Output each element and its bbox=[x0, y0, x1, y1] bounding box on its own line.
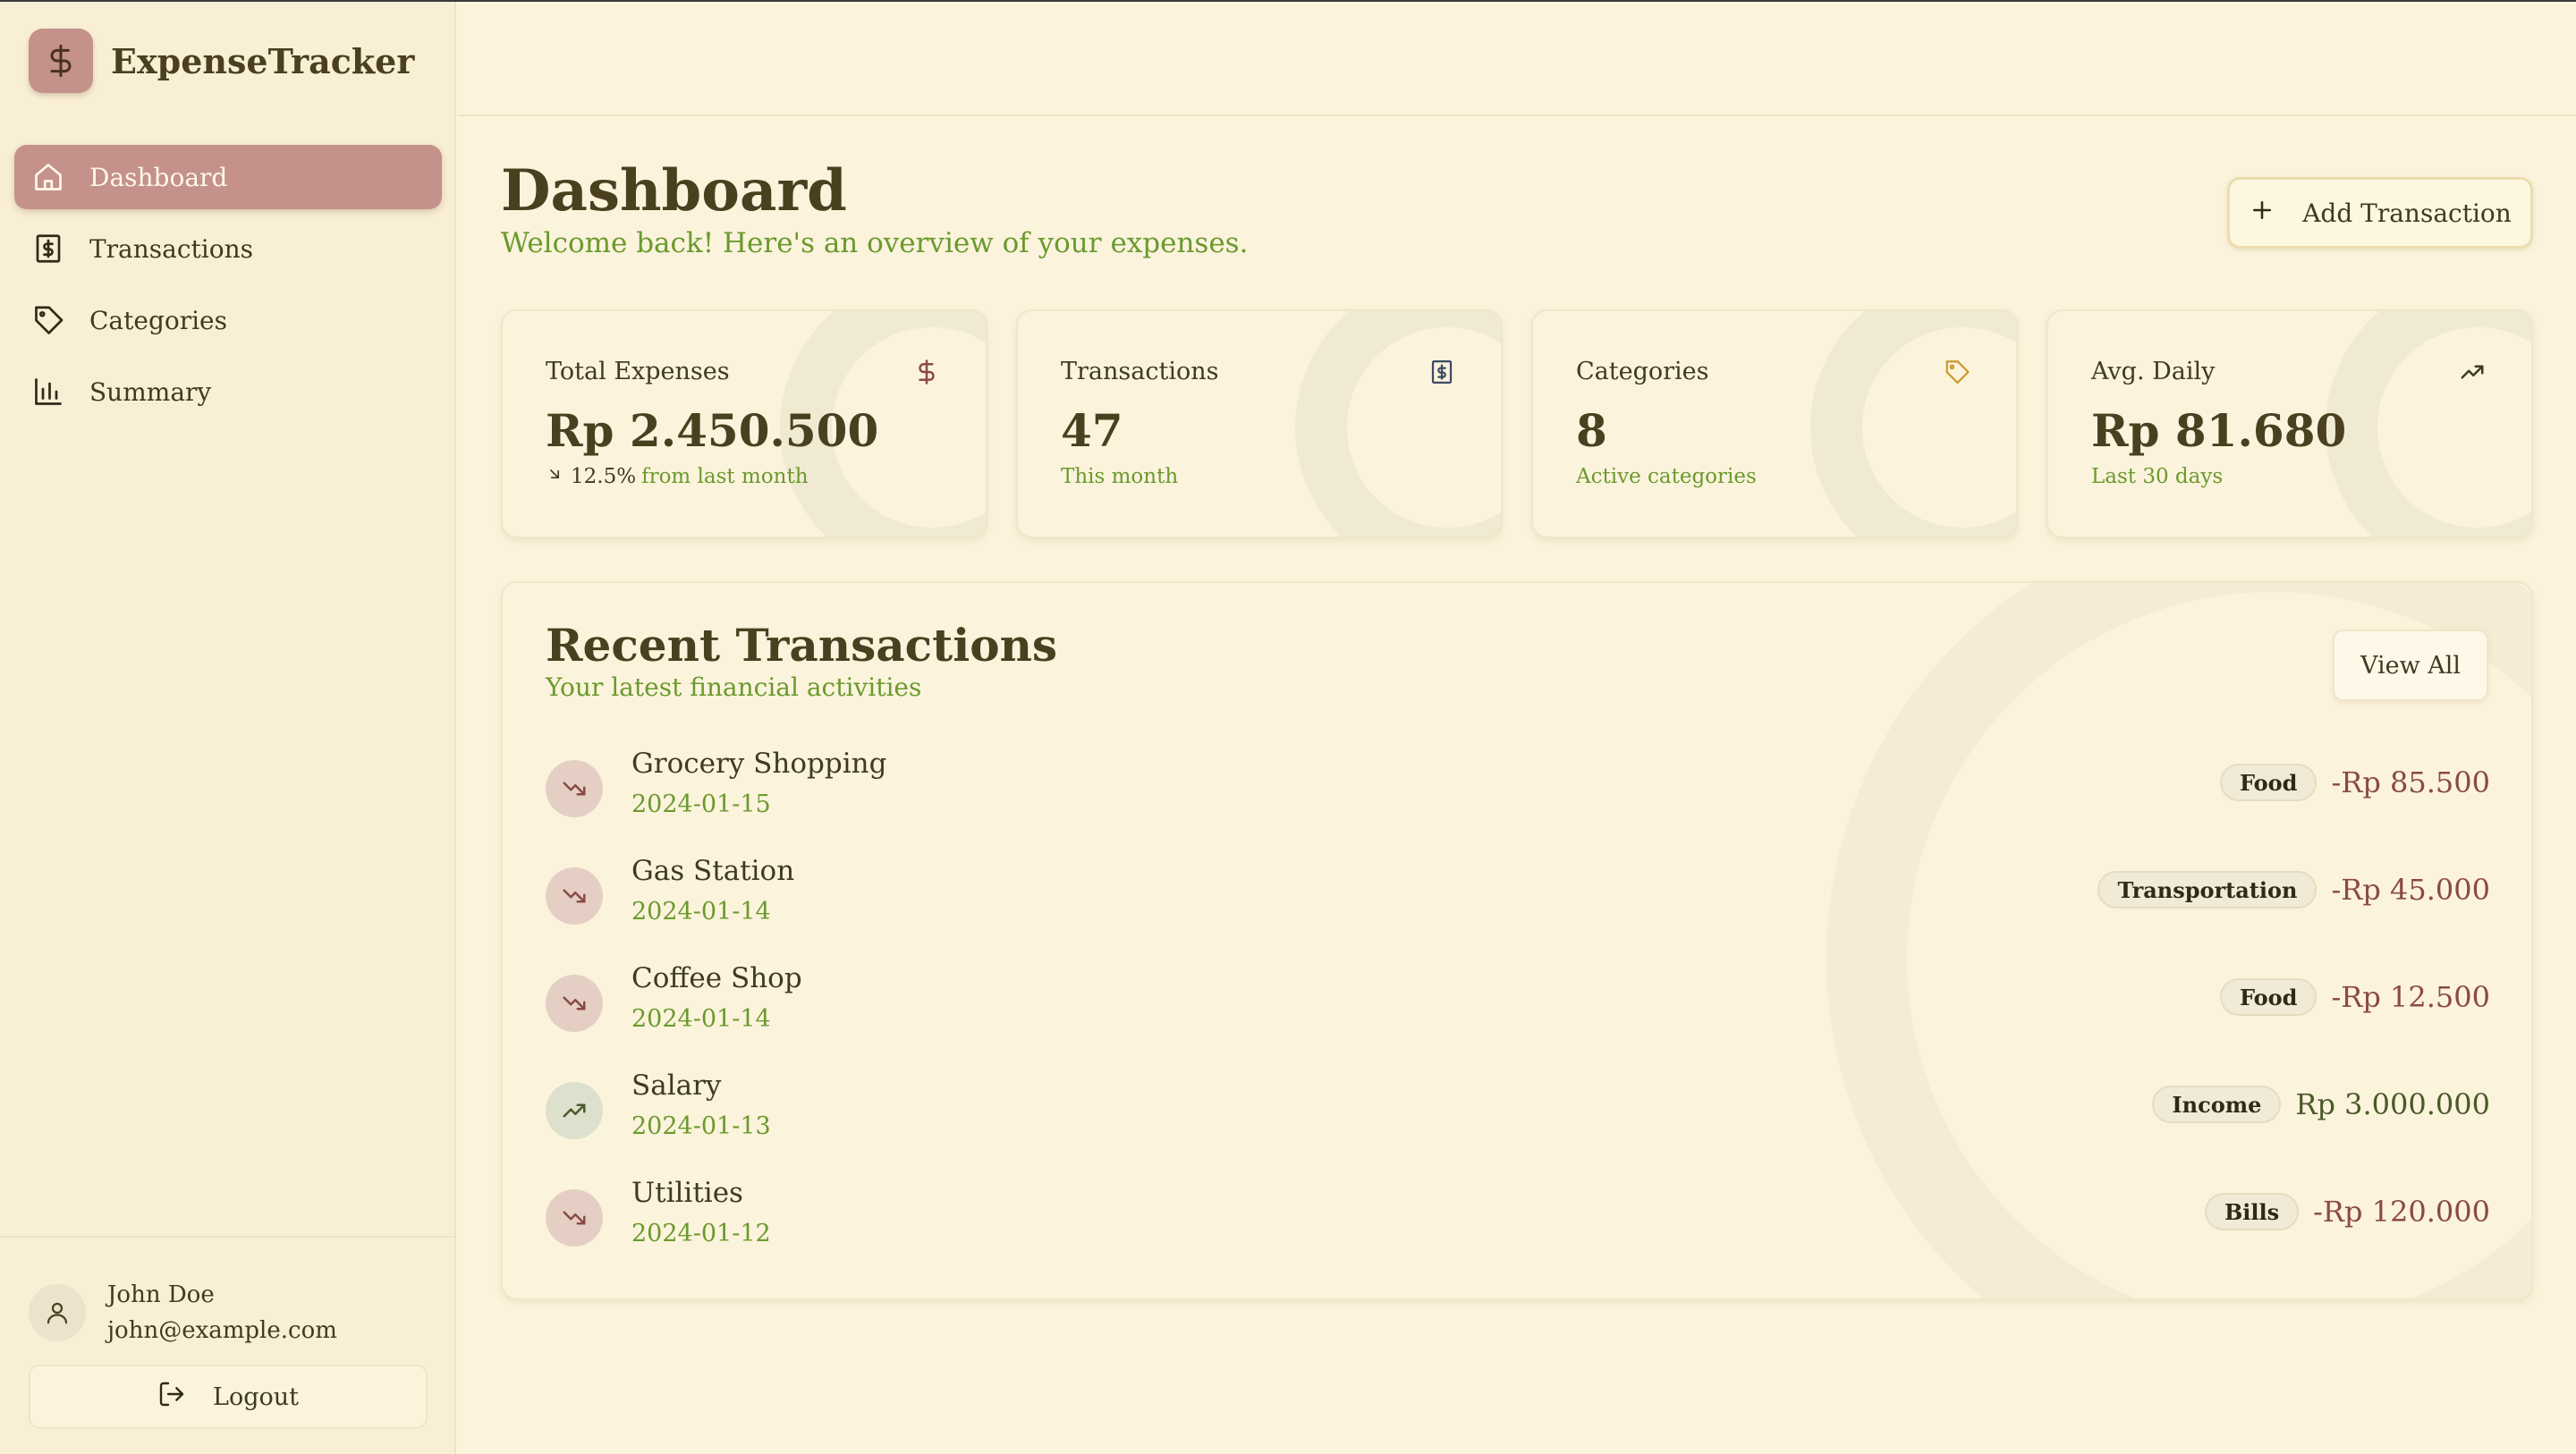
list-item[interactable]: Grocery Shopping 2024-01-15 Food -Rp 85.… bbox=[546, 744, 2490, 851]
transaction-date: 2024-01-12 bbox=[631, 1220, 771, 1247]
stat-card-avg-daily: Avg. Daily Rp 81.680 Last 30 days bbox=[2046, 309, 2533, 538]
user-email: john@example.com bbox=[107, 1317, 337, 1344]
user-icon bbox=[47, 1302, 68, 1324]
page-subtitle: Welcome back! Here's an overview of your… bbox=[501, 227, 1249, 259]
stat-note: This month bbox=[1061, 465, 1179, 488]
list-item[interactable]: Utilities 2024-01-12 Bills -Rp 120.000 bbox=[546, 1173, 2490, 1281]
transaction-name: Salary bbox=[631, 1069, 722, 1102]
sidebar-item-categories[interactable]: Categories bbox=[14, 288, 442, 352]
trending-up-icon bbox=[546, 1082, 603, 1139]
transaction-amount: -Rp 45.000 bbox=[2331, 873, 2490, 907]
list-item[interactable]: Gas Station 2024-01-14 Transportation -R… bbox=[546, 851, 2490, 959]
stat-note: 12.5% from last month bbox=[546, 465, 809, 488]
add-transaction-button[interactable]: Add Transaction bbox=[2227, 177, 2533, 249]
transaction-amount: Rp 3.000.000 bbox=[2295, 1087, 2490, 1121]
stat-note: Active categories bbox=[1576, 465, 1757, 488]
transaction-date: 2024-01-14 bbox=[631, 898, 771, 926]
receipt-icon bbox=[1426, 356, 1458, 388]
trending-down-icon bbox=[546, 1189, 603, 1247]
sidebar-item-label: Summary bbox=[89, 376, 212, 407]
stat-value: Rp 81.680 bbox=[2091, 404, 2347, 457]
category-badge: Income bbox=[2152, 1086, 2282, 1123]
transaction-amount: -Rp 120.000 bbox=[2313, 1195, 2490, 1229]
add-transaction-label: Add Transaction bbox=[2302, 198, 2512, 228]
card-decoration bbox=[2326, 311, 2531, 537]
view-all-button[interactable]: View All bbox=[2333, 630, 2488, 701]
brand[interactable]: ExpenseTracker bbox=[29, 29, 414, 93]
tag-icon bbox=[1941, 356, 1973, 388]
transaction-name: Coffee Shop bbox=[631, 962, 802, 994]
sidebar-item-summary[interactable]: Summary bbox=[14, 359, 442, 424]
transaction-name: Grocery Shopping bbox=[631, 748, 887, 780]
stat-value: Rp 2.450.500 bbox=[546, 404, 879, 457]
stat-label: Avg. Daily bbox=[2091, 358, 2216, 385]
transaction-list: Grocery Shopping 2024-01-15 Food -Rp 85.… bbox=[546, 744, 2490, 1281]
transaction-date: 2024-01-15 bbox=[631, 790, 771, 818]
sidebar-footer: John Doe john@example.com Logout bbox=[0, 1236, 454, 1429]
sidebar-item-label: Transactions bbox=[89, 233, 253, 264]
trending-down-icon bbox=[546, 760, 603, 817]
sidebar-item-label: Dashboard bbox=[89, 162, 228, 192]
stat-note-text: from last month bbox=[641, 465, 809, 488]
page-title: Dashboard bbox=[501, 157, 847, 224]
logout-label: Logout bbox=[213, 1382, 299, 1411]
app-name: ExpenseTracker bbox=[111, 40, 415, 81]
stat-note: Last 30 days bbox=[2091, 465, 2224, 488]
card-decoration bbox=[1810, 311, 2016, 537]
sidebar-item-dashboard[interactable]: Dashboard bbox=[14, 145, 442, 209]
user-profile[interactable]: John Doe john@example.com bbox=[29, 1277, 337, 1348]
arrow-down-right-icon bbox=[546, 465, 564, 488]
stat-change: 12.5% bbox=[571, 465, 637, 488]
receipt-icon bbox=[30, 231, 66, 266]
trending-down-icon bbox=[546, 975, 603, 1032]
logout-icon bbox=[157, 1380, 186, 1415]
category-badge: Transportation bbox=[2097, 871, 2318, 909]
sidebar-item-transactions[interactable]: Transactions bbox=[14, 216, 442, 281]
category-badge: Food bbox=[2219, 764, 2318, 801]
transaction-name: Gas Station bbox=[631, 855, 795, 887]
dollar-icon bbox=[29, 29, 93, 93]
tag-icon bbox=[30, 302, 66, 338]
card-decoration bbox=[1295, 311, 1501, 537]
transaction-date: 2024-01-13 bbox=[631, 1112, 771, 1140]
stat-label: Transactions bbox=[1061, 358, 1219, 385]
dollar-icon bbox=[911, 356, 943, 388]
stat-card-transactions: Transactions 47 This month bbox=[1016, 309, 1503, 538]
transaction-name: Utilities bbox=[631, 1177, 743, 1209]
trending-up-icon bbox=[2456, 356, 2488, 388]
transaction-date: 2024-01-14 bbox=[631, 1005, 771, 1033]
recent-transactions-card: Recent Transactions Your latest financia… bbox=[501, 581, 2533, 1300]
stat-label: Total Expenses bbox=[546, 358, 730, 385]
top-bar bbox=[458, 2, 2576, 116]
home-icon bbox=[30, 159, 66, 195]
category-badge: Food bbox=[2219, 978, 2318, 1016]
section-title: Recent Transactions bbox=[546, 619, 1058, 672]
stat-label: Categories bbox=[1576, 358, 1709, 385]
stat-value: 8 bbox=[1576, 404, 1607, 457]
stat-card-total-expenses: Total Expenses Rp 2.450.500 12.5% from l… bbox=[501, 309, 987, 538]
trending-down-icon bbox=[546, 867, 603, 925]
bar-chart-icon bbox=[30, 374, 66, 410]
transaction-amount: -Rp 85.500 bbox=[2331, 765, 2490, 799]
category-badge: Bills bbox=[2204, 1193, 2300, 1230]
sidebar-nav: Dashboard Transactions Categories Summar… bbox=[14, 145, 442, 431]
stat-value: 47 bbox=[1061, 404, 1123, 457]
user-name: John Doe bbox=[107, 1281, 215, 1308]
stat-card-categories: Categories 8 Active categories bbox=[1531, 309, 2018, 538]
list-item[interactable]: Coffee Shop 2024-01-14 Food -Rp 12.500 bbox=[546, 959, 2490, 1066]
section-subtitle: Your latest financial activities bbox=[546, 672, 922, 702]
avatar bbox=[29, 1284, 86, 1341]
logout-button[interactable]: Logout bbox=[29, 1365, 428, 1429]
sidebar: ExpenseTracker Dashboard Transactions Ca… bbox=[0, 2, 456, 1454]
list-item[interactable]: Salary 2024-01-13 Income Rp 3.000.000 bbox=[546, 1066, 2490, 1173]
sidebar-item-label: Categories bbox=[89, 305, 227, 335]
stats-row: Total Expenses Rp 2.450.500 12.5% from l… bbox=[501, 309, 2533, 538]
transaction-amount: -Rp 12.500 bbox=[2331, 980, 2490, 1014]
plus-icon bbox=[2249, 197, 2275, 230]
